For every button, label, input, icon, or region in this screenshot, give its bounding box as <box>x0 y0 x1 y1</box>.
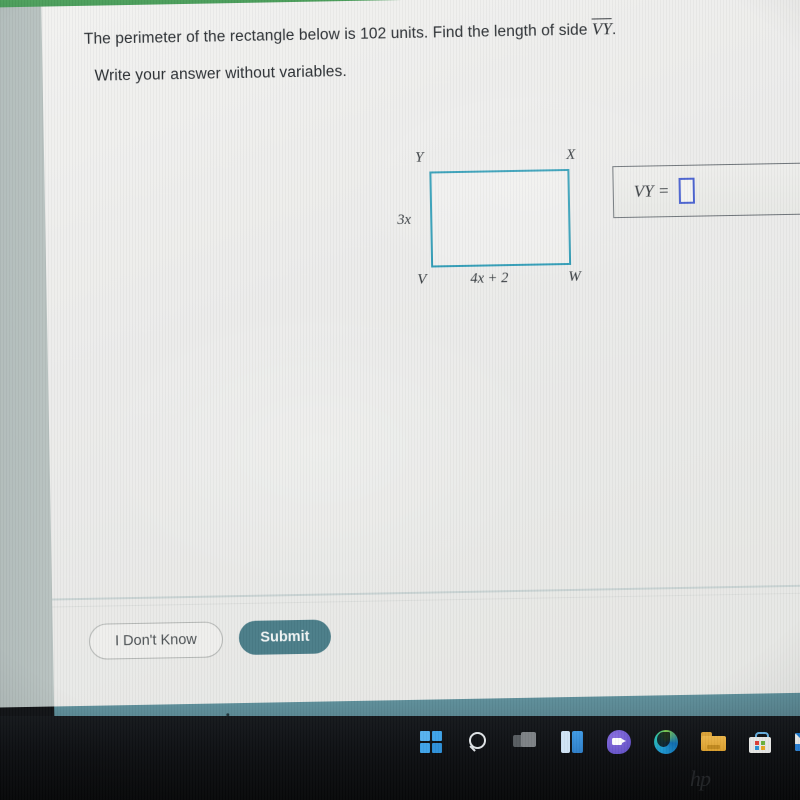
side-label-left: 3x <box>397 211 412 229</box>
windows-taskbar <box>0 716 800 800</box>
footer-button-row: I Don't Know Submit <box>53 604 800 677</box>
answer-panel: VY = <box>612 161 800 219</box>
widgets-icon[interactable] <box>559 729 585 755</box>
store-glyph <box>749 731 771 753</box>
side-label-bottom: 4x + 2 <box>470 270 509 287</box>
answer-input[interactable] <box>678 177 695 204</box>
vertex-label-w: W <box>568 268 581 285</box>
photo-of-screen: The perimeter of the rectangle below is … <box>0 0 800 800</box>
footer-divider-secondary <box>52 591 800 608</box>
start-icon[interactable] <box>418 729 444 755</box>
hp-brand-mark: hp <box>690 766 711 791</box>
widgets-glyph <box>561 731 583 753</box>
vertex-label-y: Y <box>414 149 424 166</box>
search-glyph <box>467 731 489 753</box>
answer-prefix: VY = <box>633 181 670 201</box>
dont-know-button[interactable]: I Don't Know <box>88 621 224 660</box>
rectangle-figure: Y X V W 3x 4x + 2 <box>344 127 587 311</box>
teams-chat-icon[interactable] <box>606 729 632 755</box>
vertex-label-x: X <box>565 146 576 164</box>
task-view-glyph <box>513 732 537 752</box>
taskbar-icon-strip <box>418 729 800 755</box>
rectangle-shape <box>429 168 572 268</box>
submit-button[interactable]: Submit <box>238 619 332 656</box>
folder-glyph <box>700 732 726 752</box>
edge-browser-icon[interactable] <box>653 729 679 755</box>
segment-vy-label: VY <box>591 18 613 39</box>
teams-chat-glyph <box>607 730 631 754</box>
question-line-2: Write your answer without variables. <box>94 63 347 85</box>
edge-glyph <box>654 730 678 754</box>
search-icon[interactable] <box>465 729 491 755</box>
vertex-label-v: V <box>417 271 427 288</box>
question-text-post: . <box>611 21 617 39</box>
start-glyph <box>419 730 443 754</box>
exercise-content-sheet: The perimeter of the rectangle below is … <box>41 0 800 707</box>
screen-area: The perimeter of the rectangle below is … <box>0 0 800 772</box>
mail-icon[interactable] <box>794 729 800 755</box>
microsoft-store-icon[interactable] <box>747 729 773 755</box>
footer-divider <box>52 583 800 601</box>
question-text-pre: The perimeter of the rectangle below is … <box>83 21 593 48</box>
file-explorer-icon[interactable] <box>700 729 726 755</box>
task-view-icon[interactable] <box>512 729 538 755</box>
question-line-1: The perimeter of the rectangle below is … <box>84 18 617 49</box>
mail-glyph <box>794 733 800 751</box>
